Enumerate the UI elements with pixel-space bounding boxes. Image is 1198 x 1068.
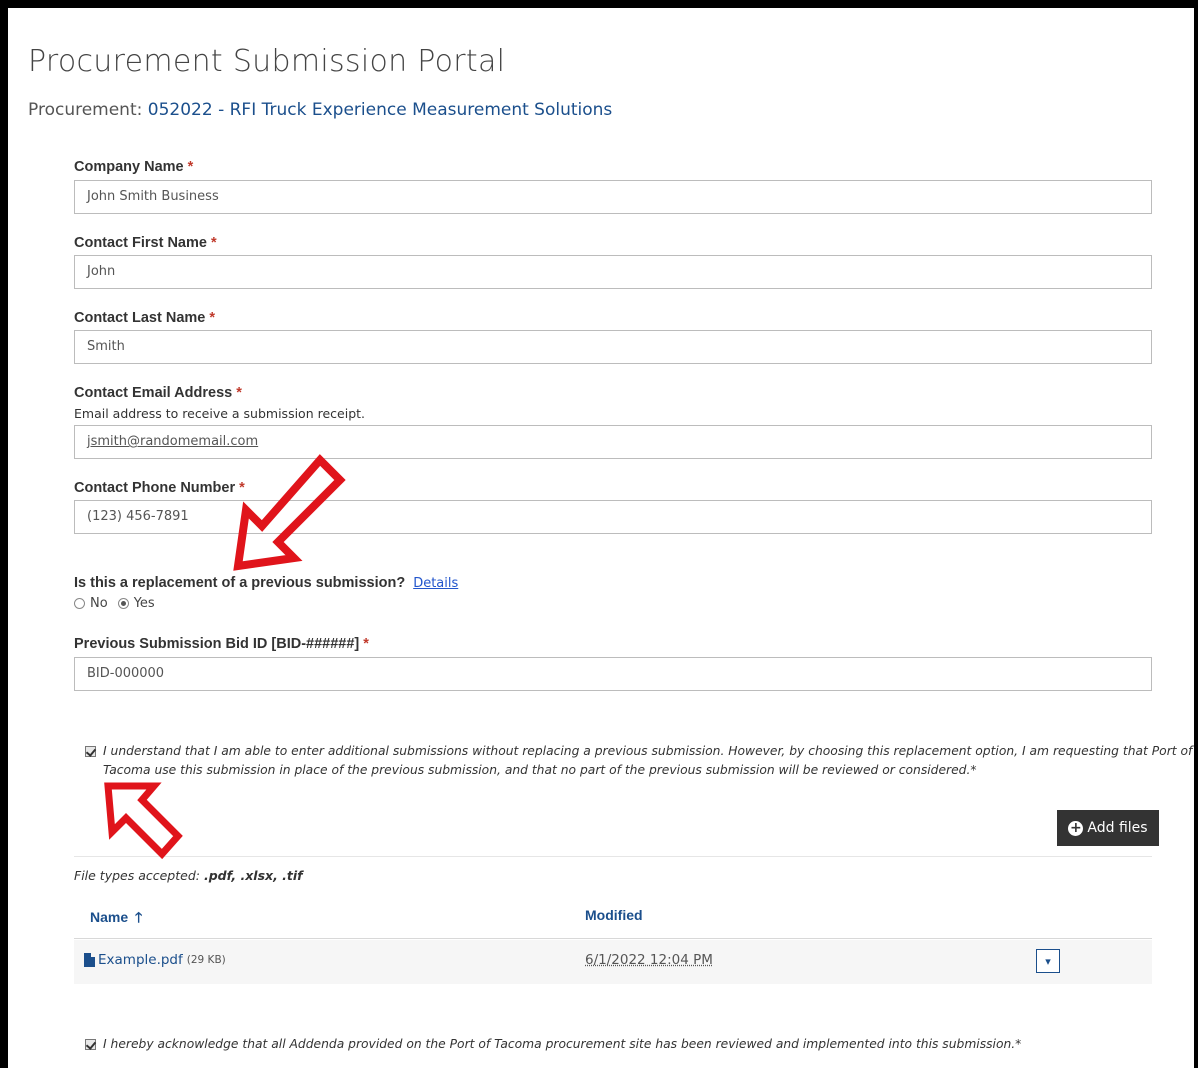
table-header-divider: [74, 938, 1152, 939]
chevron-down-icon: ▾: [1045, 954, 1051, 968]
file-size: (29 KB): [186, 954, 226, 966]
first-name-label-text: Contact First Name: [74, 235, 207, 251]
file-name: Example.pdf: [98, 952, 183, 968]
required-marker: *: [187, 159, 194, 175]
understand-checkbox[interactable]: [85, 746, 96, 757]
first-name-label: Contact First Name *: [74, 235, 217, 251]
radio-no-label: No: [90, 596, 108, 611]
sort-up-arrow-icon: 🡑: [135, 909, 143, 925]
page-title: Procurement Submission Portal: [28, 44, 506, 79]
phone-label-text: Contact Phone Number: [74, 480, 236, 496]
email-label: Contact Email Address *: [74, 385, 242, 401]
file-link[interactable]: Example.pdf (29 KB): [84, 952, 226, 968]
procurement-value: 052022 - RFI Truck Experience Measuremen…: [147, 100, 613, 120]
company-name-input[interactable]: John Smith Business: [74, 180, 1152, 214]
procurement-line: Procurement: 052022 - RFI Truck Experien…: [28, 100, 612, 120]
file-icon: [84, 953, 95, 967]
radio-yes[interactable]: [117, 598, 129, 609]
acknowledge-text: I hereby acknowledge that all Addenda pr…: [103, 1037, 1022, 1051]
first-name-value: John: [87, 264, 116, 279]
column-header-name-text: Name: [90, 909, 129, 925]
required-marker: *: [210, 235, 217, 251]
row-actions-dropdown[interactable]: ▾: [1036, 949, 1060, 973]
first-name-input[interactable]: John: [74, 255, 1152, 289]
divider: [74, 856, 1152, 857]
last-name-label: Contact Last Name *: [74, 310, 215, 326]
radio-no[interactable]: [74, 598, 85, 609]
add-files-button[interactable]: + Add files: [1057, 810, 1159, 846]
last-name-label-text: Contact Last Name: [74, 310, 206, 326]
phone-value: (123) 456-7891: [87, 509, 189, 524]
file-modified: 6/1/2022 12:04 PM: [585, 952, 713, 968]
prev-bid-label-text: Previous Submission Bid ID [BID-######]: [74, 636, 360, 652]
details-link[interactable]: Details: [413, 576, 458, 591]
company-name-label: Company Name *: [74, 159, 193, 175]
prev-bid-label: Previous Submission Bid ID [BID-######] *: [74, 636, 369, 652]
procurement-label: Procurement:: [28, 100, 143, 120]
plus-circle-icon: +: [1068, 819, 1084, 836]
understand-text: I understand that I am able to enter add…: [103, 742, 1193, 780]
column-header-name[interactable]: Name 🡑: [90, 907, 142, 931]
email-value: jsmith@randomemail.com: [87, 434, 259, 449]
understand-line-1: I understand that I am able to enter add…: [103, 744, 1193, 758]
annotation-arrow-phone: [233, 454, 346, 571]
prev-bid-value: BID-000000: [87, 666, 165, 681]
last-name-input[interactable]: Smith: [74, 330, 1152, 364]
last-name-value: Smith: [87, 339, 125, 354]
file-types-prefix: File types accepted:: [74, 868, 200, 883]
column-header-modified[interactable]: Modified: [585, 907, 643, 923]
required-marker: *: [209, 310, 215, 326]
email-description: Email address to receive a submission re…: [74, 406, 366, 421]
prev-bid-input[interactable]: BID-000000: [74, 657, 1152, 691]
file-types-value: .pdf, .xlsx, .tif: [203, 868, 303, 883]
company-name-label-text: Company Name: [74, 159, 184, 175]
understand-line-2: Tacoma use this submission in place of t…: [103, 763, 977, 777]
required-marker: *: [363, 636, 369, 652]
portal-window: Procurement Submission Portal Procuremen…: [0, 0, 1198, 1068]
replacement-question: Is this a replacement of a previous subm…: [74, 575, 458, 591]
replacement-question-text: Is this a replacement of a previous subm…: [74, 575, 406, 591]
replacement-radio-group: No Yes: [74, 596, 155, 611]
file-types-note: File types accepted: .pdf, .xlsx, .tif: [74, 868, 303, 883]
annotation-arrow-checkbox: [104, 782, 183, 860]
company-name-value: John Smith Business: [87, 189, 219, 204]
phone-label: Contact Phone Number *: [74, 480, 245, 496]
required-marker: *: [236, 385, 242, 401]
acknowledge-checkbox[interactable]: [85, 1039, 96, 1050]
radio-yes-label: Yes: [133, 596, 155, 611]
add-files-label: Add files: [1087, 820, 1148, 836]
email-label-text: Contact Email Address: [74, 385, 233, 401]
